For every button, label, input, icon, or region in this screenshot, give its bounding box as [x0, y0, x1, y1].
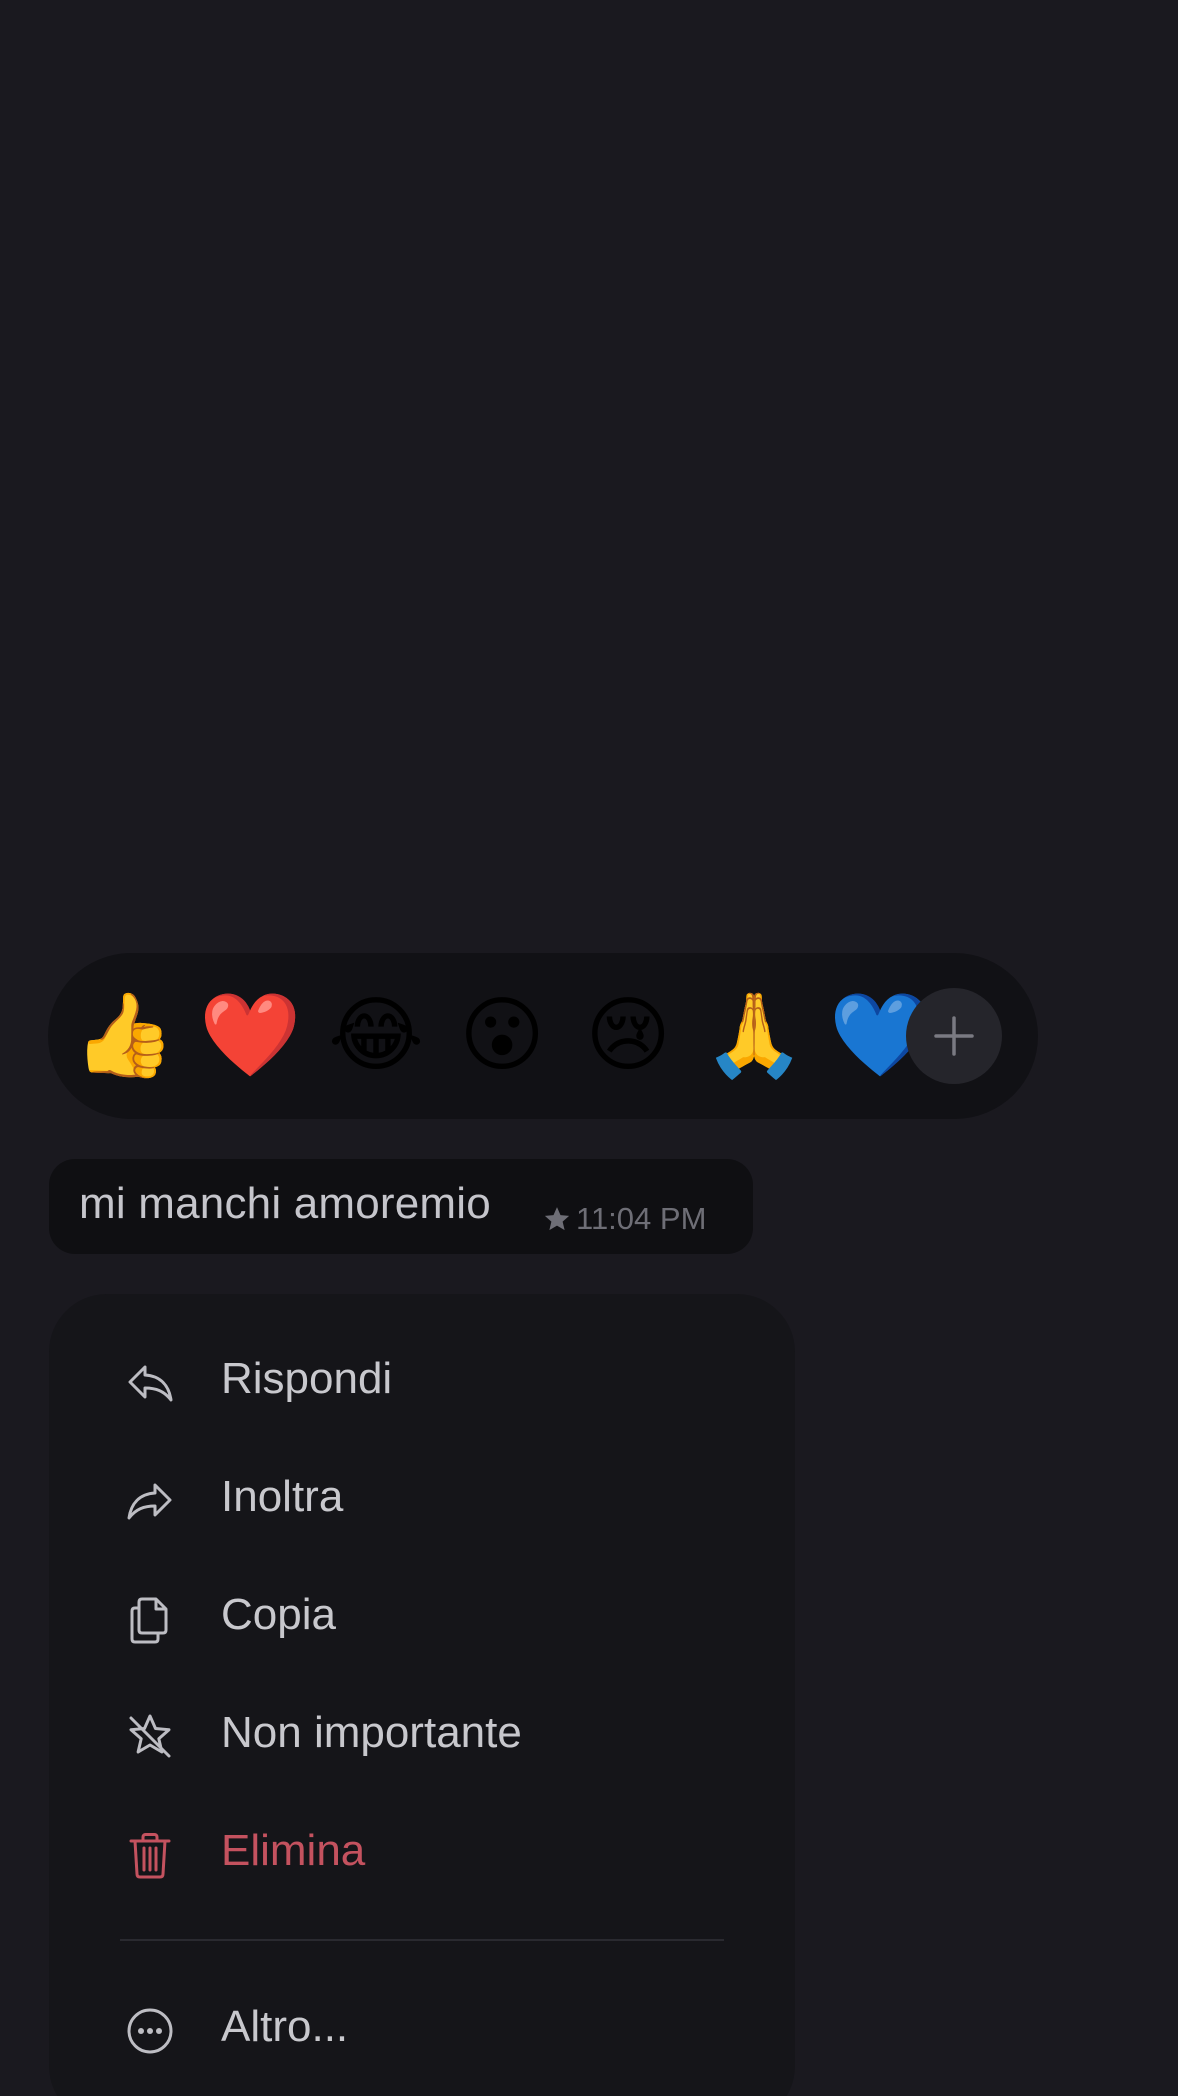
menu-label-delete: Elimina	[221, 1826, 366, 1875]
menu-item-unstar[interactable]: Non importante	[49, 1680, 795, 1790]
menu-label-forward: Inoltra	[221, 1472, 344, 1521]
message-bubble[interactable]: mi manchi amoremio 11:04 PM	[49, 1159, 753, 1254]
thumbs-up-emoji: 👍	[72, 988, 176, 1083]
tears-of-joy-emoji: 😂	[328, 988, 424, 1083]
message-time: 11:04 PM	[576, 1201, 707, 1236]
forward-icon	[127, 1483, 172, 1520]
more-icon	[127, 2008, 173, 2054]
menu-divider	[120, 1939, 724, 1941]
menu-label-reply: Rispondi	[221, 1354, 393, 1403]
menu-item-more[interactable]: Altro...	[49, 1974, 795, 2084]
menu-item-copy[interactable]: Copia	[49, 1562, 795, 1672]
reaction-tears-of-joy[interactable]: 😂	[321, 953, 431, 1119]
menu-item-reply[interactable]: Rispondi	[49, 1326, 795, 1436]
star-off-icon	[129, 1714, 171, 1758]
red-heart-emoji: ❤️	[198, 988, 302, 1083]
message-text: mi manchi amoremio	[79, 1179, 491, 1228]
menu-item-delete[interactable]: Elimina	[49, 1798, 795, 1908]
message-context-screen: 👍 ❤️ 😂 😮 😢 🙏 💙 mi manchi amoremio 11:04 …	[0, 0, 1178, 2096]
message-meta: 11:04 PM	[542, 1201, 706, 1237]
reaction-folded-hands[interactable]: 🙏	[699, 953, 809, 1119]
message-context-menu: Rispondi Inoltra Copia Non importante El…	[49, 1294, 795, 2096]
surprised-face-emoji: 😮	[459, 988, 545, 1083]
menu-item-forward[interactable]: Inoltra	[49, 1444, 795, 1554]
reply-icon	[128, 1365, 173, 1402]
reaction-thumbs-up-btn[interactable]: 👍	[69, 953, 179, 1119]
reaction-red-heart[interactable]: ❤️	[195, 953, 305, 1119]
crying-face-emoji: 😢	[585, 988, 671, 1083]
copy-icon	[130, 1597, 168, 1644]
star-icon	[544, 1207, 570, 1231]
menu-label-unstar: Non importante	[221, 1708, 522, 1757]
reaction-bar: 👍 ❤️ 😂 😮 😢 🙏 💙	[48, 953, 1038, 1119]
reaction-surprised-face[interactable]: 😮	[447, 953, 557, 1119]
plus-icon	[934, 1016, 974, 1056]
reaction-crying-face[interactable]: 😢	[573, 953, 683, 1119]
more-reactions-button[interactable]	[906, 988, 1002, 1084]
menu-label-more: Altro...	[221, 2002, 349, 2051]
folded-hands-emoji: 🙏	[702, 988, 806, 1083]
trash-icon	[129, 1833, 171, 1879]
menu-label-copy: Copia	[221, 1590, 336, 1639]
